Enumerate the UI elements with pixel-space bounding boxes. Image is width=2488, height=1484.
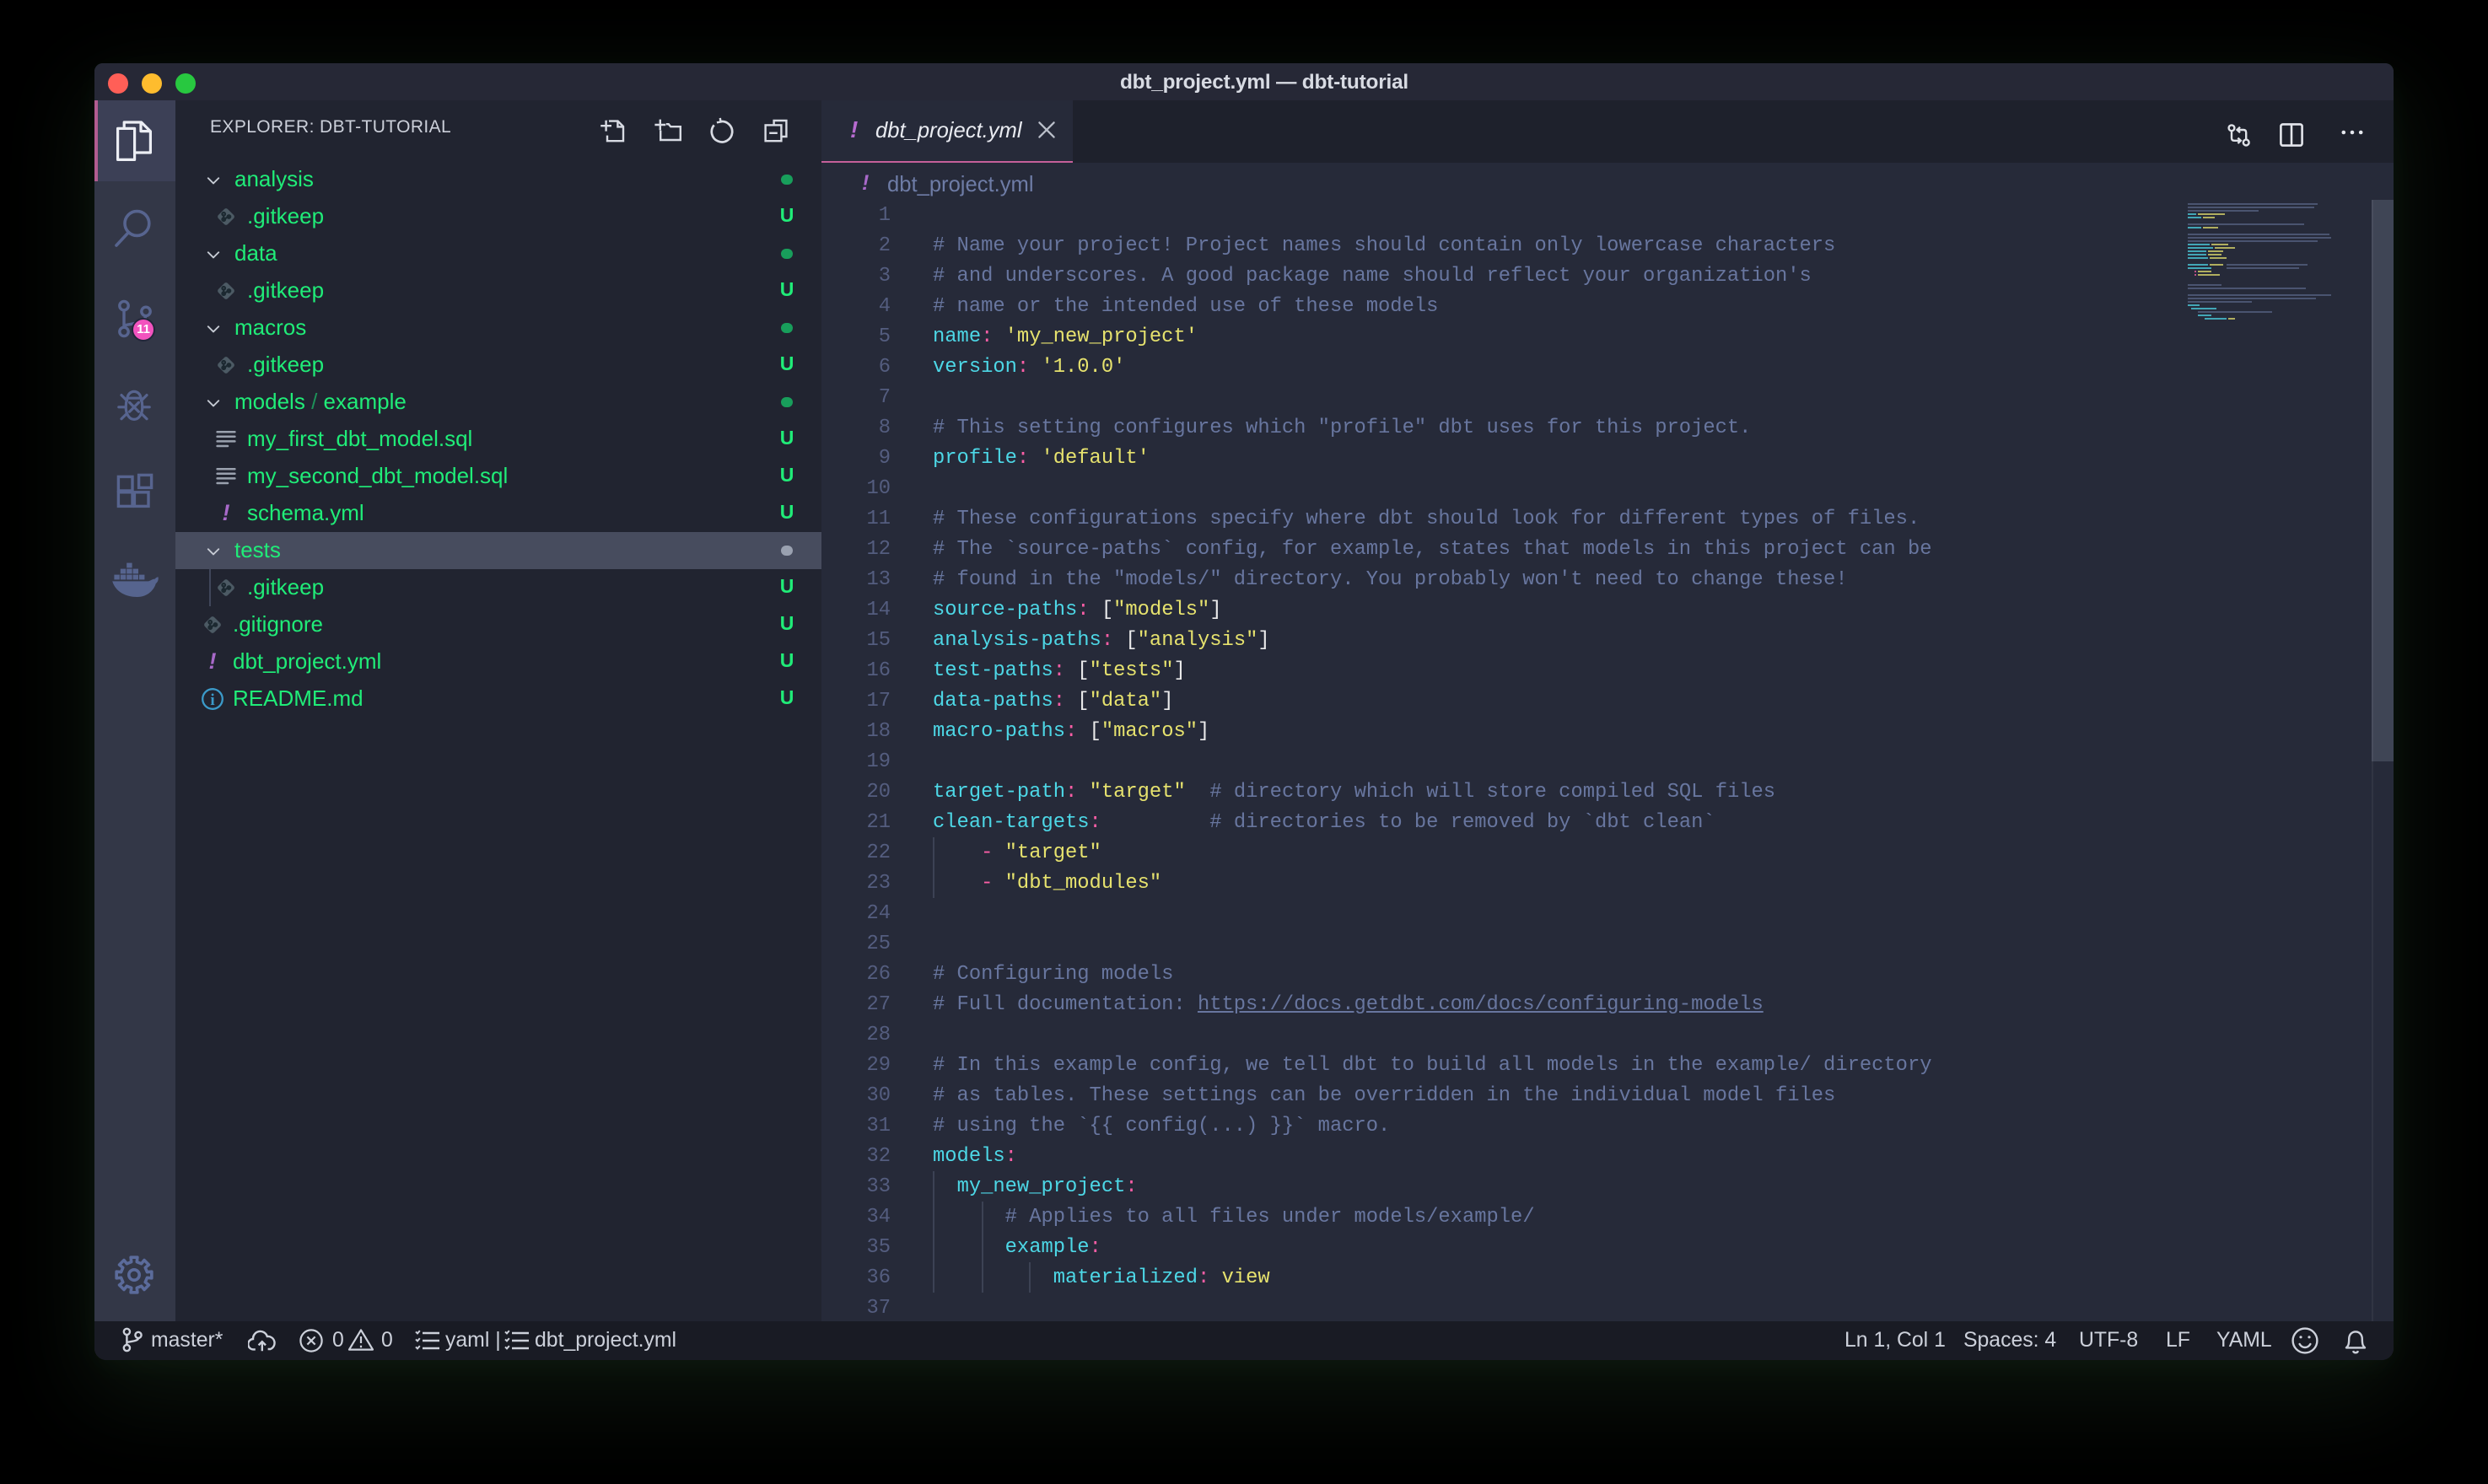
svg-text:i: i (210, 691, 214, 709)
